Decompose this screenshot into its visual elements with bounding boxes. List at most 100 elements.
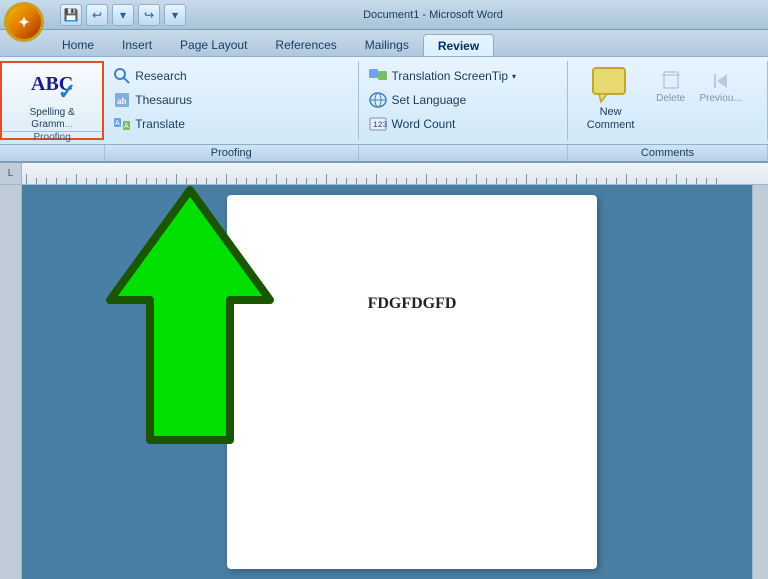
ruler-tick bbox=[566, 178, 567, 184]
ruler-tick bbox=[476, 174, 477, 184]
ruler-tick bbox=[646, 178, 647, 184]
ruler-tick bbox=[236, 178, 237, 184]
ruler-tick bbox=[146, 178, 147, 184]
svg-text:ab: ab bbox=[117, 96, 127, 106]
ruler-tick bbox=[226, 174, 227, 184]
screentip-button[interactable]: Translation ScreenTip ▾ bbox=[365, 65, 561, 87]
setlanguage-button[interactable]: Set Language bbox=[365, 89, 561, 111]
ruler-tick bbox=[266, 178, 267, 184]
translate-icon: A A bbox=[113, 115, 131, 133]
ruler-tick bbox=[126, 174, 127, 184]
delete-comment-button[interactable]: Delete bbox=[646, 65, 696, 108]
office-button[interactable]: ✦ bbox=[4, 2, 44, 42]
thesaurus-button[interactable]: ab Thesaurus bbox=[110, 89, 351, 111]
ruler-tick bbox=[26, 174, 27, 184]
ruler-tick bbox=[376, 174, 377, 184]
translation-section-bar bbox=[359, 145, 568, 161]
ruler-tick bbox=[56, 178, 57, 184]
document-content: FDGFDGFD bbox=[368, 295, 457, 313]
svg-text:123: 123 bbox=[373, 121, 388, 130]
ruler-tick bbox=[436, 178, 437, 184]
ruler-tick bbox=[346, 178, 347, 184]
ruler-tick bbox=[396, 178, 397, 184]
new-comment-icon bbox=[591, 66, 631, 104]
office-logo: ✦ bbox=[18, 14, 30, 31]
ruler-tick bbox=[516, 178, 517, 184]
ruler-tick bbox=[176, 174, 177, 184]
ruler-tick bbox=[456, 178, 457, 184]
spell-section-spacer bbox=[0, 145, 105, 161]
comments-group: NewComment Delete bbox=[568, 61, 768, 140]
ruler-tick bbox=[356, 178, 357, 184]
ruler-tick bbox=[616, 178, 617, 184]
ruler-tick bbox=[86, 178, 87, 184]
research-icon bbox=[113, 67, 131, 85]
tab-references[interactable]: References bbox=[261, 34, 350, 56]
proofing-inner: Research ab Thesaurus bbox=[110, 65, 351, 135]
tab-insert[interactable]: Insert bbox=[108, 34, 166, 56]
ruler-tick bbox=[116, 178, 117, 184]
document-page[interactable]: FDGFDGFD bbox=[227, 195, 597, 569]
ruler-marks bbox=[22, 163, 768, 184]
ruler-tick bbox=[256, 178, 257, 184]
translate-button[interactable]: A A Translate bbox=[110, 113, 351, 135]
ruler-tick bbox=[46, 178, 47, 184]
ruler-tick bbox=[36, 178, 37, 184]
delete-label: Delete bbox=[656, 93, 685, 104]
ruler-tick bbox=[96, 178, 97, 184]
ruler-tick bbox=[316, 178, 317, 184]
undo-button[interactable]: ↩ bbox=[86, 4, 108, 26]
new-comment-label: NewComment bbox=[587, 106, 635, 132]
new-comment-button[interactable]: NewComment bbox=[576, 65, 646, 133]
ruler-corner: L bbox=[0, 163, 22, 184]
thesaurus-icon: ab bbox=[113, 91, 131, 109]
screentip-icon bbox=[368, 67, 388, 85]
ruler-tick bbox=[716, 178, 717, 184]
ruler-tick bbox=[466, 178, 467, 184]
ruler-tick bbox=[666, 178, 667, 184]
ruler-tick bbox=[276, 174, 277, 184]
ruler-tick bbox=[526, 174, 527, 184]
ribbon-tabs: Home Insert Page Layout References Maili… bbox=[0, 30, 768, 56]
save-button[interactable]: 💾 bbox=[60, 4, 82, 26]
ruler-tick bbox=[296, 178, 297, 184]
ruler-tick bbox=[306, 178, 307, 184]
proofing-section-bar: Proofing bbox=[105, 145, 359, 161]
vertical-scrollbar[interactable] bbox=[752, 185, 768, 579]
ruler-tick bbox=[416, 178, 417, 184]
ruler-tick bbox=[386, 178, 387, 184]
spelling-label: Spelling &Gramm... bbox=[30, 107, 75, 131]
translation-group: Translation ScreenTip ▾ Set Language bbox=[359, 61, 568, 140]
setlanguage-label: Set Language bbox=[392, 93, 467, 107]
ruler-tick bbox=[216, 178, 217, 184]
spelling-grammar-group: ABC ✓ Spelling &Gramm... Proofing bbox=[0, 61, 104, 140]
document-main: FDGFDGFD bbox=[22, 185, 752, 579]
tab-mailings[interactable]: Mailings bbox=[351, 34, 423, 56]
ruler-tick bbox=[336, 178, 337, 184]
check-icon: ✓ bbox=[58, 79, 76, 105]
research-label: Research bbox=[135, 69, 186, 83]
spelling-grammar-button[interactable]: ABC ✓ Spelling &Gramm... bbox=[2, 63, 102, 131]
previous-icon bbox=[709, 69, 733, 93]
ruler-tick bbox=[406, 178, 407, 184]
svg-text:A: A bbox=[124, 123, 129, 130]
wordcount-icon: 123 bbox=[368, 115, 388, 133]
svg-text:A: A bbox=[115, 120, 120, 127]
tab-review[interactable]: Review bbox=[423, 34, 494, 56]
wordcount-button[interactable]: 123 Word Count bbox=[365, 113, 561, 135]
ruler-tick bbox=[446, 178, 447, 184]
delete-icon bbox=[659, 69, 683, 93]
screentip-label: Translation ScreenTip bbox=[392, 69, 509, 83]
translate-label: Translate bbox=[135, 117, 185, 131]
research-button[interactable]: Research bbox=[110, 65, 351, 87]
previous-comment-button[interactable]: Previou... bbox=[696, 65, 746, 108]
document-area: FDGFDGFD bbox=[0, 185, 768, 579]
tab-pagelayout[interactable]: Page Layout bbox=[166, 34, 261, 56]
ruler-tick bbox=[206, 178, 207, 184]
ruler: L bbox=[0, 163, 768, 185]
screentip-dropdown-arrow: ▾ bbox=[512, 72, 516, 81]
ruler-tick bbox=[76, 174, 77, 184]
tab-home[interactable]: Home bbox=[48, 34, 108, 56]
ruler-tick bbox=[326, 174, 327, 184]
ruler-tick bbox=[156, 178, 157, 184]
